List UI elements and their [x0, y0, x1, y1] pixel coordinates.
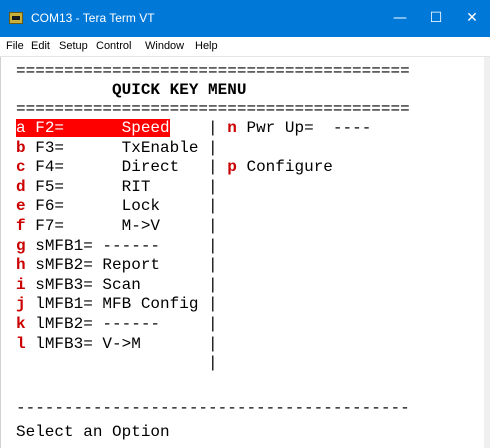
maximize-button[interactable]: ☐	[418, 0, 454, 37]
menu-key-right: p	[227, 158, 237, 177]
menu-label: F2= Speed	[25, 119, 170, 137]
menu-row: a F2= Speed | n Pwr Up= ----	[16, 119, 371, 138]
menu-key: d	[16, 177, 26, 196]
column-divider: |	[208, 138, 218, 157]
menu-row: |	[16, 354, 218, 373]
menu-label: F5= RIT	[25, 177, 151, 196]
menu-row: l lMFB3= V->M |	[16, 335, 218, 354]
menu-key: g	[16, 236, 26, 255]
menu-row: i sMFB3= Scan |	[16, 276, 218, 295]
menu-key-right: n	[227, 119, 237, 137]
menu-row-left[interactable]: j lMFB1= MFB Config	[16, 295, 198, 313]
menu-row: k lMFB2= ------ |	[16, 315, 218, 334]
title-bar: COM13 - Tera Term VT — ☐ ✕	[0, 0, 490, 37]
menu-key: e	[16, 197, 26, 216]
separator-bottom: ----------------------------------------…	[16, 399, 410, 417]
menu-row: h sMFB2= Report |	[16, 256, 218, 275]
window-title: COM13 - Tera Term VT	[31, 11, 155, 25]
separator-mid: ========================================…	[16, 100, 410, 118]
prompt-text: Select an Option	[16, 423, 170, 441]
menu-row: g sMFB1= ------ |	[16, 237, 218, 256]
menu-label: F6= Lock	[25, 197, 161, 216]
column-divider: |	[208, 119, 218, 137]
menu-key: l	[16, 334, 26, 353]
menu-help[interactable]: Help	[195, 40, 218, 52]
menu-label: F4= Direct	[25, 158, 180, 177]
menu-label: sMFB1= ------	[25, 236, 161, 255]
menu-edit[interactable]: Edit	[31, 40, 50, 52]
minimize-button[interactable]: —	[382, 0, 418, 37]
separator-top: ========================================…	[16, 62, 410, 80]
column-divider: |	[208, 295, 218, 314]
column-divider: |	[208, 334, 218, 353]
menu-label-right[interactable]: Pwr Up= ----	[237, 119, 371, 137]
menu-row-left[interactable]: k lMFB2= ------	[16, 315, 160, 333]
menu-row-left[interactable]: d F5= RIT	[16, 178, 150, 196]
menu-row: e F6= Lock |	[16, 197, 218, 216]
column-divider: |	[208, 197, 218, 216]
menu-key: i	[16, 275, 26, 294]
menu-label-right[interactable]: Configure	[237, 158, 332, 176]
menu-title-text: QUICK KEY MENU	[112, 81, 247, 99]
scrollbar[interactable]	[484, 57, 490, 448]
menu-row: j lMFB1= MFB Config |	[16, 295, 218, 314]
menu-setup[interactable]: Setup	[59, 40, 88, 52]
menu-label: lMFB2= ------	[25, 315, 161, 333]
menu-label: lMFB1= MFB Config	[25, 295, 199, 314]
menu-row: d F5= RIT |	[16, 178, 218, 197]
column-divider: |	[208, 315, 218, 333]
menu-row-left[interactable]: c F4= Direct	[16, 158, 179, 176]
menu-key: c	[16, 158, 26, 177]
menu-row: c F4= Direct | p Configure	[16, 158, 333, 177]
menu-label: sMFB2= Report	[25, 256, 161, 275]
menu-file[interactable]: File	[6, 40, 24, 52]
menu-key: f	[16, 217, 26, 235]
menu-row-left[interactable]: e F6= Lock	[16, 197, 160, 215]
menu-row: f F7= M->V |	[16, 217, 218, 236]
menu-window[interactable]: Window	[145, 40, 184, 52]
menu-control[interactable]: Control	[96, 40, 131, 52]
menu-row-left[interactable]: a F2= Speed	[16, 119, 170, 137]
menu-label: F3= TxEnable	[25, 138, 199, 157]
column-divider: |	[208, 236, 218, 255]
column-divider: |	[208, 354, 218, 373]
menu-label: sMFB3= Scan	[25, 275, 141, 294]
menu-key: h	[16, 256, 26, 275]
close-button[interactable]: ✕	[454, 0, 490, 37]
menu-key: k	[16, 315, 26, 333]
menu-row-left[interactable]: l lMFB3= V->M	[16, 335, 141, 353]
menu-key: b	[16, 138, 26, 157]
menu-row-left[interactable]: g sMFB1= ------	[16, 237, 160, 255]
menu-row-left[interactable]: h sMFB2= Report	[16, 256, 160, 274]
column-divider: |	[208, 158, 218, 177]
menu-bar: File Edit Setup Control Window Help	[0, 37, 490, 57]
column-divider: |	[208, 275, 218, 294]
menu-row-left[interactable]: i sMFB3= Scan	[16, 276, 141, 294]
menu-row: b F3= TxEnable |	[16, 139, 218, 158]
menu-row-left[interactable]: f F7= M->V	[16, 217, 160, 235]
menu-label: lMFB3= V->M	[25, 334, 141, 353]
column-divider: |	[208, 177, 218, 196]
menu-key: j	[16, 295, 26, 314]
menu-row-left[interactable]: b F3= TxEnable	[16, 139, 198, 157]
column-divider: |	[208, 217, 218, 235]
menu-title: QUICK KEY MENU	[16, 81, 246, 100]
column-divider: |	[208, 256, 218, 275]
menu-label: F7= M->V	[25, 217, 161, 235]
menu-key: a	[16, 119, 26, 137]
teraterm-app-icon[interactable]	[9, 12, 23, 24]
